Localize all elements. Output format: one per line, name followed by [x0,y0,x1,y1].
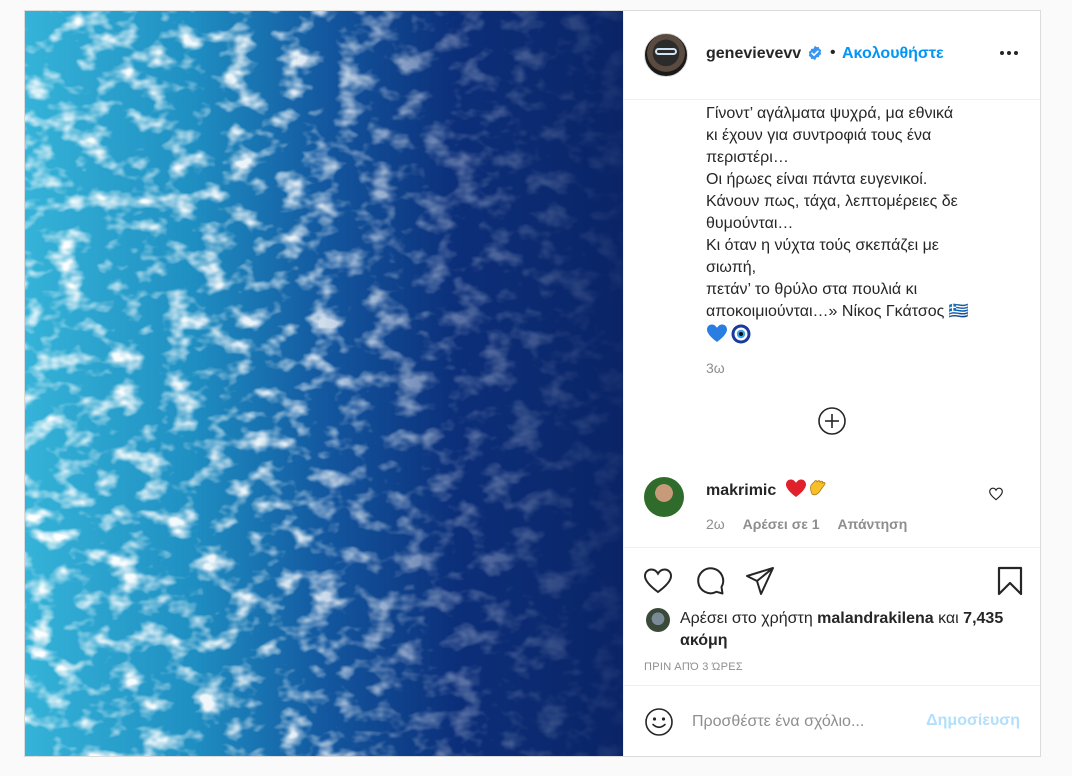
liker-username[interactable]: malandrakilena [817,610,934,627]
more-options-icon[interactable] [998,45,1020,61]
commenter-username[interactable]: makrimic [706,482,776,500]
author-avatar[interactable] [644,33,688,77]
likes-prefix: Αρέσει στο χρήστη [680,610,818,627]
post-header: genevievevv • Ακολουθήστε [624,11,1040,100]
share-icon[interactable] [744,565,776,597]
comment-likes[interactable]: Αρέσει σε 1 [743,516,820,532]
emoji-icon[interactable] [644,707,674,737]
comment-text [785,478,831,500]
post-caption: Γίνοντ’ αγάλματα ψυχρά, μα εθνικά κι έχο… [706,105,969,320]
likes-summary: Αρέσει στο χρήστη malandrakilena και 7,4… [680,608,1010,652]
follow-button[interactable]: Ακολουθήστε [842,45,944,63]
commenter-avatar[interactable] [644,477,684,517]
blue-heart-and-evil-eye-icon [707,324,751,344]
liker-avatar[interactable] [646,608,670,632]
red-heart-and-clap-icon [786,479,826,497]
author-username[interactable]: genevievevv [706,45,801,63]
ocean-waves-image [25,11,623,756]
comment-meta: 2ω Αρέσει σε 1 Απάντηση [706,516,921,532]
comment-icon[interactable] [694,565,726,597]
header-separator: • [830,44,836,61]
bookmark-icon[interactable] [994,565,1026,597]
reply-button[interactable]: Απάντηση [838,516,908,532]
post-dialog: genevievevv • Ακολουθήστε Γίνοντ’ αγάλμα… [24,10,1041,757]
comment-input[interactable] [692,710,922,734]
post-actions: Αρέσει στο χρήστη malandrakilena και 7,4… [624,547,1040,689]
comment-timestamp[interactable]: 2ω [706,516,725,532]
post-sidebar: genevievevv • Ακολουθήστε Γίνοντ’ αγάλμα… [623,11,1040,756]
caption-emojis [706,323,752,345]
comment-like-icon[interactable] [988,486,1004,502]
post-timestamp[interactable]: ΠΡΙΝ ΑΠΌ 3 ΏΡΕΣ [644,661,743,673]
likes-middle: και [933,610,964,627]
add-comment-bar: Δημοσίευση [624,685,1040,756]
heart-icon[interactable] [642,565,674,597]
avatar-glasses [655,48,677,55]
load-more-comments-icon[interactable] [817,406,847,436]
post-image[interactable] [25,11,623,756]
caption-timestamp[interactable]: 3ω [706,360,725,376]
verified-badge-icon [808,45,822,61]
post-comment-button[interactable]: Δημοσίευση [926,712,1020,730]
